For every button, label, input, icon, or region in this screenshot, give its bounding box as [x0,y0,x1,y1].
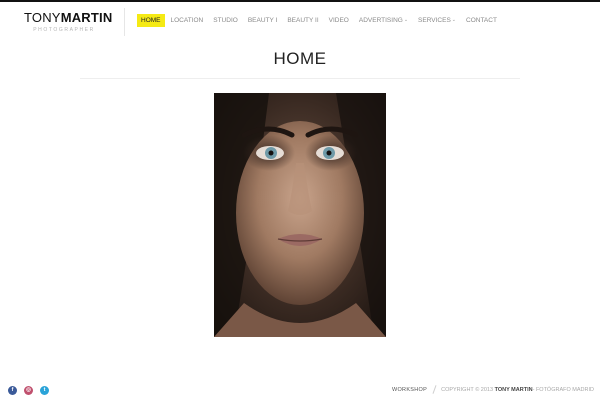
nav-item-label: SERVICES [418,17,451,24]
twitter-icon[interactable]: t [40,386,49,395]
logo-last-name: MARTIN [60,10,113,25]
main-nav: HOME LOCATION STUDIO BEAUTY I BEAUTY II … [137,14,503,27]
footer-copyright: COPYRIGHT © 2013 [441,386,494,393]
nav-item-label: VIDEO [328,17,349,24]
site-footer: WORKSHOP COPYRIGHT © 2013 TONY MARTIN - … [392,385,594,394]
right-pupil [326,150,332,156]
chevron-down-icon: ⌄ [451,17,456,23]
nav-item-label: BEAUTY II [287,17,319,24]
portrait-photo [214,93,386,337]
nav-item-beauty-2[interactable]: BEAUTY II [283,14,322,27]
portrait-illustration [214,93,386,337]
nav-item-beauty-1[interactable]: BEAUTY I [244,14,282,27]
footer-owner-name: TONY MARTIN [494,386,533,393]
site-logo[interactable]: TONYMARTIN PHOTOGRAPHER [24,10,112,34]
nav-item-video[interactable]: VIDEO [325,14,353,27]
logo-first-name: TONY [24,10,61,25]
nav-item-label: HOME [141,17,161,24]
social-links: f ◎ t [8,386,56,395]
nav-item-home[interactable]: HOME [137,14,165,27]
top-border [0,0,600,2]
nav-item-label: LOCATION [170,17,204,24]
logo-subtitle: PHOTOGRAPHER [33,27,95,33]
nav-divider [124,8,125,36]
logo-name: TONYMARTIN [24,10,112,25]
footer-owner-suffix: - FOTÓGRAFO MADRID [532,386,594,393]
nav-item-label: CONTACT [466,17,497,24]
footer-divider [432,385,437,394]
nav-item-studio[interactable]: STUDIO [209,14,242,27]
title-divider [80,78,520,79]
nav-item-advertising[interactable]: ADVERTISING ⌄ [355,14,412,27]
chevron-down-icon: ⌄ [403,17,409,23]
nav-item-location[interactable]: LOCATION [167,14,208,27]
footer-workshop-link[interactable]: WORKSHOP [392,387,427,393]
instagram-icon[interactable]: ◎ [24,386,33,395]
page-title: HOME [273,49,327,68]
left-pupil [268,150,274,156]
nav-item-label: BEAUTY I [247,17,278,24]
nav-item-contact[interactable]: CONTACT [462,14,501,27]
facebook-icon[interactable]: f [8,386,17,395]
nav-item-label: ADVERTISING [358,17,403,24]
nav-item-label: STUDIO [213,17,238,24]
nav-item-services[interactable]: SERVICES ⌄ [414,14,460,27]
